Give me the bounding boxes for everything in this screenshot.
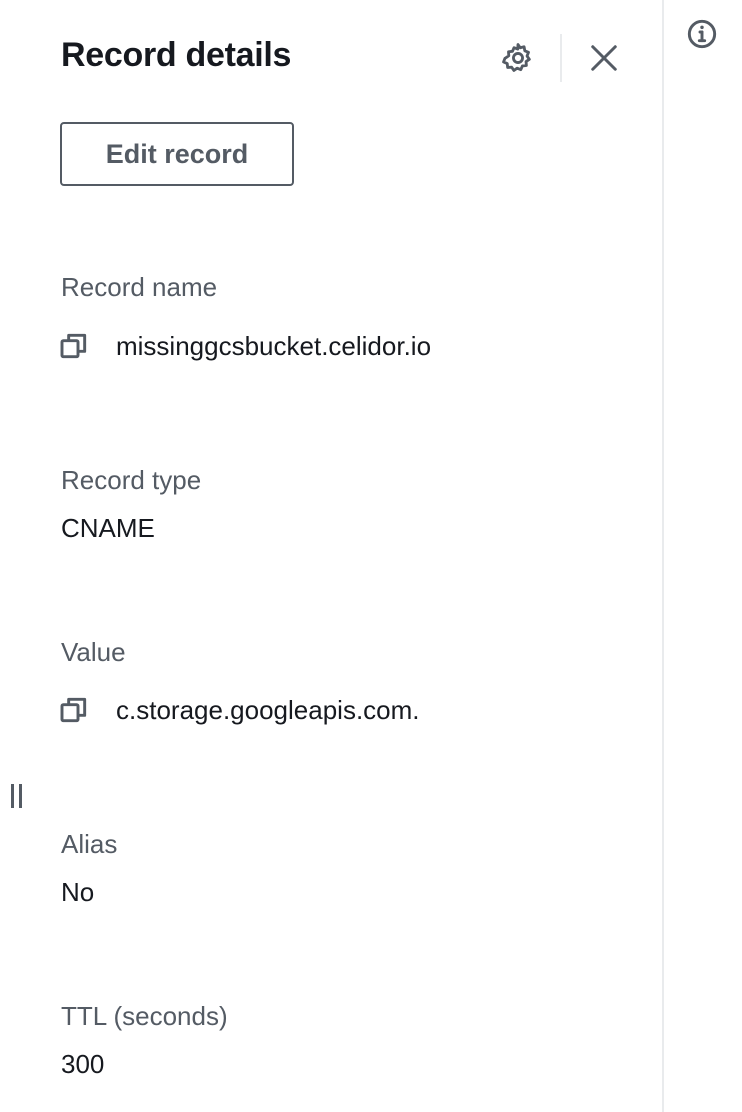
gear-icon — [502, 43, 531, 72]
ttl-label: TTL (seconds) — [61, 1001, 228, 1031]
record-name-label: Record name — [61, 272, 218, 302]
alias-label: Alias — [61, 829, 118, 859]
record-name-value: missinggcsbucket.celidor.io — [116, 330, 432, 361]
info-icon — [687, 19, 717, 49]
record-details-panel: Record details Edit record Record name m… — [0, 0, 664, 1112]
copy-icon[interactable] — [58, 694, 90, 726]
copy-icon[interactable] — [58, 330, 90, 362]
resize-handle-icon — [11, 784, 22, 808]
page: Record details Edit record Record name m… — [0, 0, 742, 1112]
alias-value: No — [61, 877, 95, 907]
value-row: c.storage.googleapis.com. — [58, 694, 420, 726]
panel-title: Record details — [61, 36, 292, 74]
close-icon — [591, 45, 617, 71]
resize-handle[interactable] — [8, 780, 28, 812]
value-value: c.storage.googleapis.com. — [116, 694, 420, 725]
record-type-label: Record type — [61, 465, 202, 495]
record-type-value: CNAME — [61, 513, 155, 543]
value-label: Value — [61, 637, 126, 667]
close-button[interactable] — [584, 38, 624, 78]
record-name-row: missinggcsbucket.celidor.io — [58, 330, 431, 362]
header-divider — [560, 34, 562, 82]
side-rail — [664, 0, 742, 1112]
settings-button[interactable] — [498, 38, 538, 78]
info-button[interactable] — [686, 18, 718, 50]
edit-record-button[interactable]: Edit record — [60, 122, 294, 186]
ttl-value: 300 — [61, 1049, 105, 1079]
